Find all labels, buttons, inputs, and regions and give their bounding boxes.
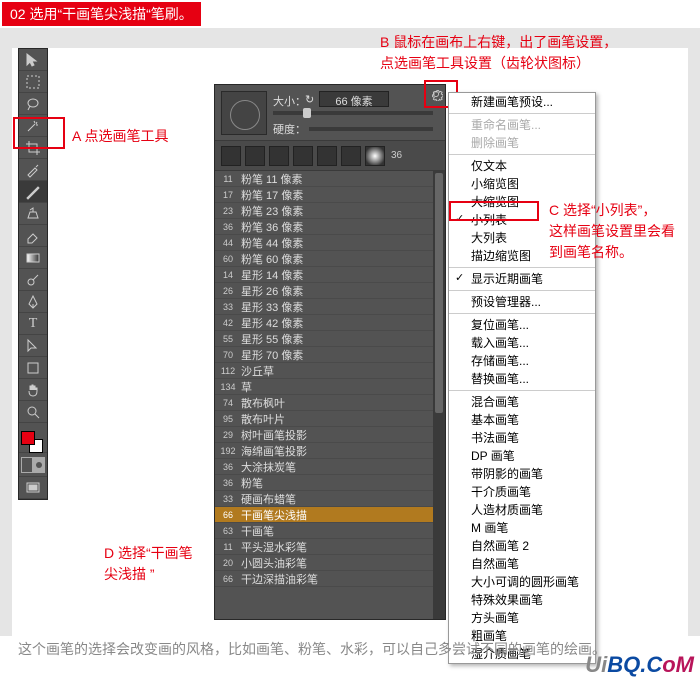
- menu-item[interactable]: 基本画笔: [449, 411, 595, 429]
- brush-list-item[interactable]: 42星形 42 像素: [215, 315, 445, 331]
- brush-list-item[interactable]: 95散布叶片: [215, 411, 445, 427]
- annotation-text-c: C 选择“小列表”， 这样画笔设置里会看 到画笔名称。: [549, 200, 675, 263]
- menu-item[interactable]: 特殊效果画笔: [449, 591, 595, 609]
- annotation-box-c: [449, 201, 539, 221]
- brush-list-item[interactable]: 63干画笔: [215, 523, 445, 539]
- brush-list-item[interactable]: 29树叶画笔投影: [215, 427, 445, 443]
- step-header: 02 选用“干画笔尖浅描“笔刷。: [2, 2, 201, 26]
- recent-brush-thumb[interactable]: [245, 146, 265, 166]
- recent-brush-thumb[interactable]: [317, 146, 337, 166]
- brush-list-item[interactable]: 55星形 55 像素: [215, 331, 445, 347]
- shape-tool[interactable]: [19, 357, 47, 379]
- brush-list-item[interactable]: 11粉笔 11 像素: [215, 171, 445, 187]
- menu-item: 删除画笔: [449, 134, 595, 152]
- hardness-label: 硬度：: [273, 121, 306, 137]
- brush-preview: [221, 91, 267, 135]
- type-tool[interactable]: T: [19, 313, 47, 335]
- gradient-tool[interactable]: [19, 247, 47, 269]
- recent-brush-thumb[interactable]: [221, 146, 241, 166]
- brush-list-item[interactable]: 36大涂抹炭笔: [215, 459, 445, 475]
- thumb-number: 36: [391, 150, 402, 161]
- annotation-text-a: A 点选画笔工具: [72, 126, 168, 147]
- brush-list-item[interactable]: 70星形 70 像素: [215, 347, 445, 363]
- brush-list-item[interactable]: 33硬画布蜡笔: [215, 491, 445, 507]
- foreground-swatch[interactable]: [21, 431, 35, 445]
- zoom-tool[interactable]: [19, 401, 47, 423]
- menu-item[interactable]: 小缩览图: [449, 175, 595, 193]
- move-tool[interactable]: [19, 49, 47, 71]
- brush-list-item[interactable]: 60粉笔 60 像素: [215, 251, 445, 267]
- size-value[interactable]: 66 像素: [319, 91, 389, 107]
- screenmode-toggle[interactable]: [19, 477, 47, 499]
- path-select-tool[interactable]: [19, 335, 47, 357]
- dodge-tool[interactable]: [19, 269, 47, 291]
- recent-brush-thumb[interactable]: [269, 146, 289, 166]
- brush-list-item[interactable]: 36粉笔 36 像素: [215, 219, 445, 235]
- brush-list-item[interactable]: 20小圆头油彩笔: [215, 555, 445, 571]
- menu-item[interactable]: 带阴影的画笔: [449, 465, 595, 483]
- watermark: UiBQ.CoM: [585, 652, 694, 678]
- pen-tool[interactable]: [19, 291, 47, 313]
- menu-item[interactable]: 载入画笔...: [449, 334, 595, 352]
- brush-flyout-menu: 新建画笔预设...重命名画笔...删除画笔仅文本小缩览图大缩览图✓小列表大列表描…: [448, 92, 596, 664]
- recent-brush-thumb[interactable]: [341, 146, 361, 166]
- marquee-tool[interactable]: [19, 71, 47, 93]
- brush-list-item[interactable]: 66干画笔尖浅描: [215, 507, 445, 523]
- menu-item[interactable]: 新建画笔预设...: [449, 93, 595, 111]
- footer-caption: 这个画笔的选择会改变画的风格，比如画笔、粉笔、水彩，可以自己多尝试不同的画笔的绘…: [18, 640, 683, 660]
- eraser-tool[interactable]: [19, 225, 47, 247]
- lasso-tool[interactable]: [19, 93, 47, 115]
- annotation-box-a: [13, 117, 65, 149]
- menu-item[interactable]: ✓显示近期画笔: [449, 270, 595, 288]
- annotation-text-b: B 鼠标在画布上右键，出了画笔设置， 点选画笔工具设置（齿轮状图标）: [380, 32, 617, 74]
- brush-list-item[interactable]: 112沙丘草: [215, 363, 445, 379]
- menu-item[interactable]: 自然画笔 2: [449, 537, 595, 555]
- menu-item[interactable]: 书法画笔: [449, 429, 595, 447]
- brush-list-item[interactable]: 23粉笔 23 像素: [215, 203, 445, 219]
- brush-list-scrollbar[interactable]: [433, 171, 445, 619]
- brush-list-item[interactable]: 17粉笔 17 像素: [215, 187, 445, 203]
- brush-list-item[interactable]: 44粉笔 44 像素: [215, 235, 445, 251]
- menu-item[interactable]: 方头画笔: [449, 609, 595, 627]
- menu-item[interactable]: 自然画笔: [449, 555, 595, 573]
- menu-item[interactable]: 人造材质画笔: [449, 501, 595, 519]
- menu-item[interactable]: 混合画笔: [449, 393, 595, 411]
- menu-item: 重命名画笔...: [449, 116, 595, 134]
- menu-item[interactable]: DP 画笔: [449, 447, 595, 465]
- menu-item[interactable]: 存储画笔...: [449, 352, 595, 370]
- brush-list-item[interactable]: 192海绵画笔投影: [215, 443, 445, 459]
- menu-item[interactable]: 替换画笔...: [449, 370, 595, 388]
- menu-item[interactable]: 预设管理器...: [449, 293, 595, 311]
- menu-item[interactable]: M 画笔: [449, 519, 595, 537]
- menu-item[interactable]: 复位画笔...: [449, 316, 595, 334]
- recent-brushes-row: 36: [215, 141, 445, 171]
- size-label: 大小：: [273, 93, 306, 109]
- color-swatches[interactable]: [19, 429, 47, 453]
- brush-list-item[interactable]: 11平头湿水彩笔: [215, 539, 445, 555]
- brush-settings-panel: 大小： ↻ 66 像素 硬度： 36 11粉笔 11 像素17粉笔 17 像素2…: [214, 84, 446, 620]
- brush-list-item[interactable]: 74散布枫叶: [215, 395, 445, 411]
- brush-list-item[interactable]: 66干边深描油彩笔: [215, 571, 445, 587]
- hand-tool[interactable]: [19, 379, 47, 401]
- hardness-slider[interactable]: [309, 127, 433, 131]
- brush-list[interactable]: 11粉笔 11 像素17粉笔 17 像素23粉笔 23 像素36粉笔 36 像素…: [215, 171, 445, 619]
- menu-item[interactable]: 大小可调的圆形画笔: [449, 573, 595, 591]
- brush-tool[interactable]: [19, 181, 47, 203]
- quickmask-toggle[interactable]: [19, 453, 47, 477]
- brush-list-item[interactable]: 134草: [215, 379, 445, 395]
- recent-brush-thumb[interactable]: [365, 146, 385, 166]
- tools-toolbar: T: [18, 48, 48, 500]
- menu-item[interactable]: 干介质画笔: [449, 483, 595, 501]
- brush-list-item[interactable]: 36粉笔: [215, 475, 445, 491]
- brush-list-item[interactable]: 26星形 26 像素: [215, 283, 445, 299]
- menu-item[interactable]: 仅文本: [449, 157, 595, 175]
- annotation-text-d: D 选择“干画笔 尖浅描 ”: [104, 543, 193, 585]
- recent-brush-thumb[interactable]: [293, 146, 313, 166]
- brush-list-item[interactable]: 14星形 14 像素: [215, 267, 445, 283]
- brush-list-item[interactable]: 33星形 33 像素: [215, 299, 445, 315]
- clone-stamp-tool[interactable]: [19, 203, 47, 225]
- eyedropper-tool[interactable]: [19, 159, 47, 181]
- size-slider[interactable]: [273, 111, 433, 115]
